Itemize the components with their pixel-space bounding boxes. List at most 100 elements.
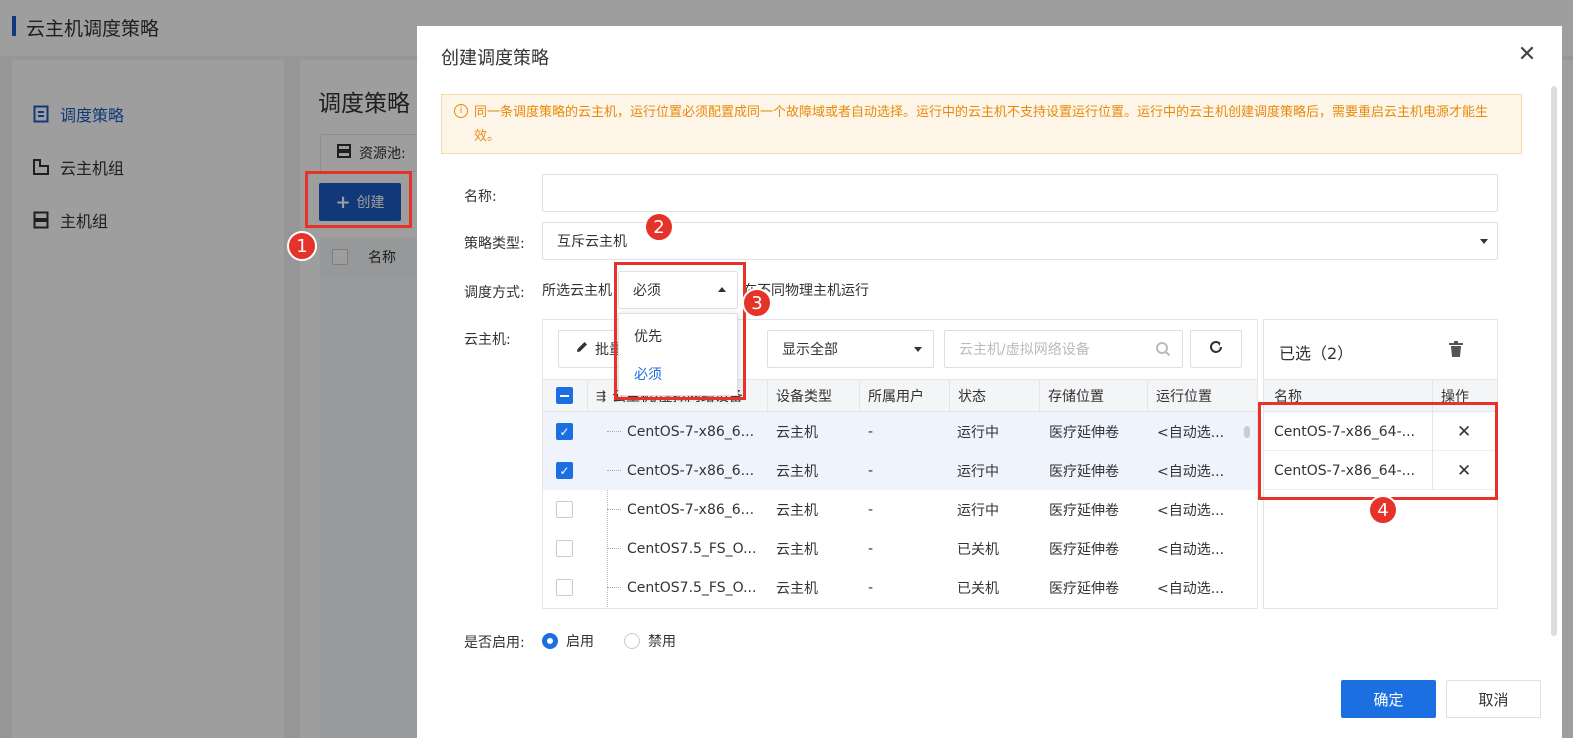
row-checkbox-cell: ✓ [556,412,573,451]
annotation-number-3: 3 [742,288,772,318]
search-input[interactable]: 云主机/虚拟网络设备 [944,330,1183,368]
vm-name: CentOS7.5_FS_O... [627,540,757,557]
annotation-box-4 [1258,402,1498,500]
status-cell: 运行中 [957,463,999,480]
select-all-checkbox[interactable] [556,387,573,404]
row-checkbox[interactable]: ✓ [556,462,573,479]
table-row[interactable]: CentOS7.5_FS_O... 云主机 - 已关机 医疗延伸卷 <自动选..… [543,529,1257,568]
column-header-status: 状态 [949,380,1039,411]
enable-on-label: 启用 [566,634,594,650]
annotation-number-4: 4 [1368,495,1398,525]
vm-name-cell: CentOS-7-x86_6... [607,490,767,529]
enable-off-label: 禁用 [648,634,676,650]
row-checkbox[interactable] [556,501,573,518]
table-row[interactable]: CentOS-7-x86_6... 云主机 - 运行中 医疗延伸卷 <自动选..… [543,490,1257,529]
column-header-user: 所属用户 [859,380,949,411]
enable-off-radio[interactable]: 禁用 [624,631,676,651]
type-cell: 云主机 [776,502,818,519]
storage-cell: 医疗延伸卷 [1049,424,1119,441]
column-header-type: 设备类型 [767,380,859,411]
schedule-prefix: 所选云主机 [542,283,612,299]
schedule-label: 调度方式: [464,285,525,301]
info-icon: i [454,104,468,118]
create-policy-dialog: 创建调度策略 ✕ i 同一条调度策略的云主机，运行位置必须配置成同一个故障域或者… [417,26,1562,738]
status-cell: 运行中 [957,502,999,519]
user-cell: - [868,540,874,557]
row-checkbox[interactable] [556,540,573,557]
type-cell: 云主机 [776,580,818,597]
dialog-scrollbar[interactable] [1551,86,1557,636]
chevron-down-icon [914,347,922,352]
user-cell: - [868,462,874,479]
vm-name-cell: CentOS-7-x86_6... [607,412,767,451]
table-row[interactable]: ✓ CentOS-7-x86_6... 云主机 - 运行中 医疗延伸卷 <自动选… [543,451,1257,490]
row-checkbox-cell: ✓ [556,451,573,490]
row-checkbox[interactable] [556,579,573,596]
cancel-button[interactable]: 取消 [1446,680,1541,718]
row-checkbox[interactable]: ✓ [556,423,573,440]
storage-cell: 医疗延伸卷 [1049,502,1119,519]
policy-type-label: 策略类型: [464,236,525,252]
status-cell: 已关机 [957,541,999,558]
vm-name: CentOS-7-x86_6... [627,462,755,479]
location-cell: <自动选... [1157,502,1225,519]
user-cell: - [868,423,874,440]
vm-name: CentOS7.5_FS_O... [627,579,757,596]
search-icon [1155,341,1171,361]
selected-title: 已选（2） [1279,344,1354,363]
table-scrollbar[interactable] [1244,426,1250,438]
user-cell: - [868,579,874,596]
type-cell: 云主机 [776,424,818,441]
enable-on-radio[interactable]: 启用 [542,631,594,651]
filter-select[interactable]: 显示全部 [767,330,934,368]
location-cell: <自动选... [1157,541,1225,558]
name-input[interactable] [542,174,1498,212]
policy-type-select[interactable]: 互斥云主机 [542,222,1498,260]
vm-name-cell: CentOS-7-x86_6... [607,451,767,490]
table-row[interactable]: ✓ CentOS-7-x86_6... 云主机 - 运行中 医疗延伸卷 <自动选… [543,412,1257,451]
vm-name: CentOS-7-x86_6... [627,501,755,518]
storage-cell: 医疗延伸卷 [1049,541,1119,558]
location-cell: <自动选... [1157,580,1225,597]
annotation-box-1 [305,171,412,228]
notice-text: 同一条调度策略的云主机，运行位置必须配置成同一个故障域或者自动选择。运行中的云主… [474,105,1489,144]
notice-banner: i 同一条调度策略的云主机，运行位置必须配置成同一个故障域或者自动选择。运行中的… [441,94,1522,154]
annotation-box-3 [614,262,746,400]
row-checkbox-cell [556,568,573,607]
location-cell: <自动选... [1157,424,1225,441]
vm-table-body: ✓ CentOS-7-x86_6... 云主机 - 运行中 医疗延伸卷 <自动选… [543,412,1257,608]
row-checkbox-cell [556,529,573,568]
type-cell: 云主机 [776,541,818,558]
annotation-number-1: 1 [287,231,317,261]
refresh-icon [1208,339,1224,359]
confirm-button[interactable]: 确定 [1341,680,1436,718]
enable-label: 是否启用: [464,635,525,651]
tree-toggle-icon[interactable]: ⇶ [596,389,606,403]
table-row[interactable]: CentOS7.5_FS_O... 云主机 - 已关机 医疗延伸卷 <自动选..… [543,568,1257,607]
close-icon[interactable]: ✕ [1515,42,1539,67]
header-checkbox-cell [543,380,587,411]
dialog-title: 创建调度策略 [441,48,549,69]
user-cell: - [868,501,874,518]
refresh-button[interactable] [1190,330,1242,368]
filter-value: 显示全部 [782,342,838,358]
storage-cell: 医疗延伸卷 [1049,580,1119,597]
annotation-number-2: 2 [644,212,674,242]
vm-name-cell: CentOS7.5_FS_O... [607,568,767,607]
radio-off-icon [624,633,640,649]
chevron-down-icon [1480,239,1488,244]
trash-icon[interactable] [1448,340,1464,362]
policy-type-value: 互斥云主机 [557,234,627,250]
vm-label: 云主机: [464,332,511,348]
status-cell: 已关机 [957,580,999,597]
vm-name-cell: CentOS7.5_FS_O... [607,529,767,568]
search-placeholder: 云主机/虚拟网络设备 [959,342,1090,358]
pencil-icon [575,340,589,358]
storage-cell: 医疗延伸卷 [1049,463,1119,480]
type-cell: 云主机 [776,463,818,480]
column-header-location: 运行位置 [1147,380,1257,411]
vm-name: CentOS-7-x86_6... [627,423,755,440]
radio-on-icon [542,633,558,649]
location-cell: <自动选... [1157,463,1225,480]
column-header-storage: 存储位置 [1039,380,1147,411]
